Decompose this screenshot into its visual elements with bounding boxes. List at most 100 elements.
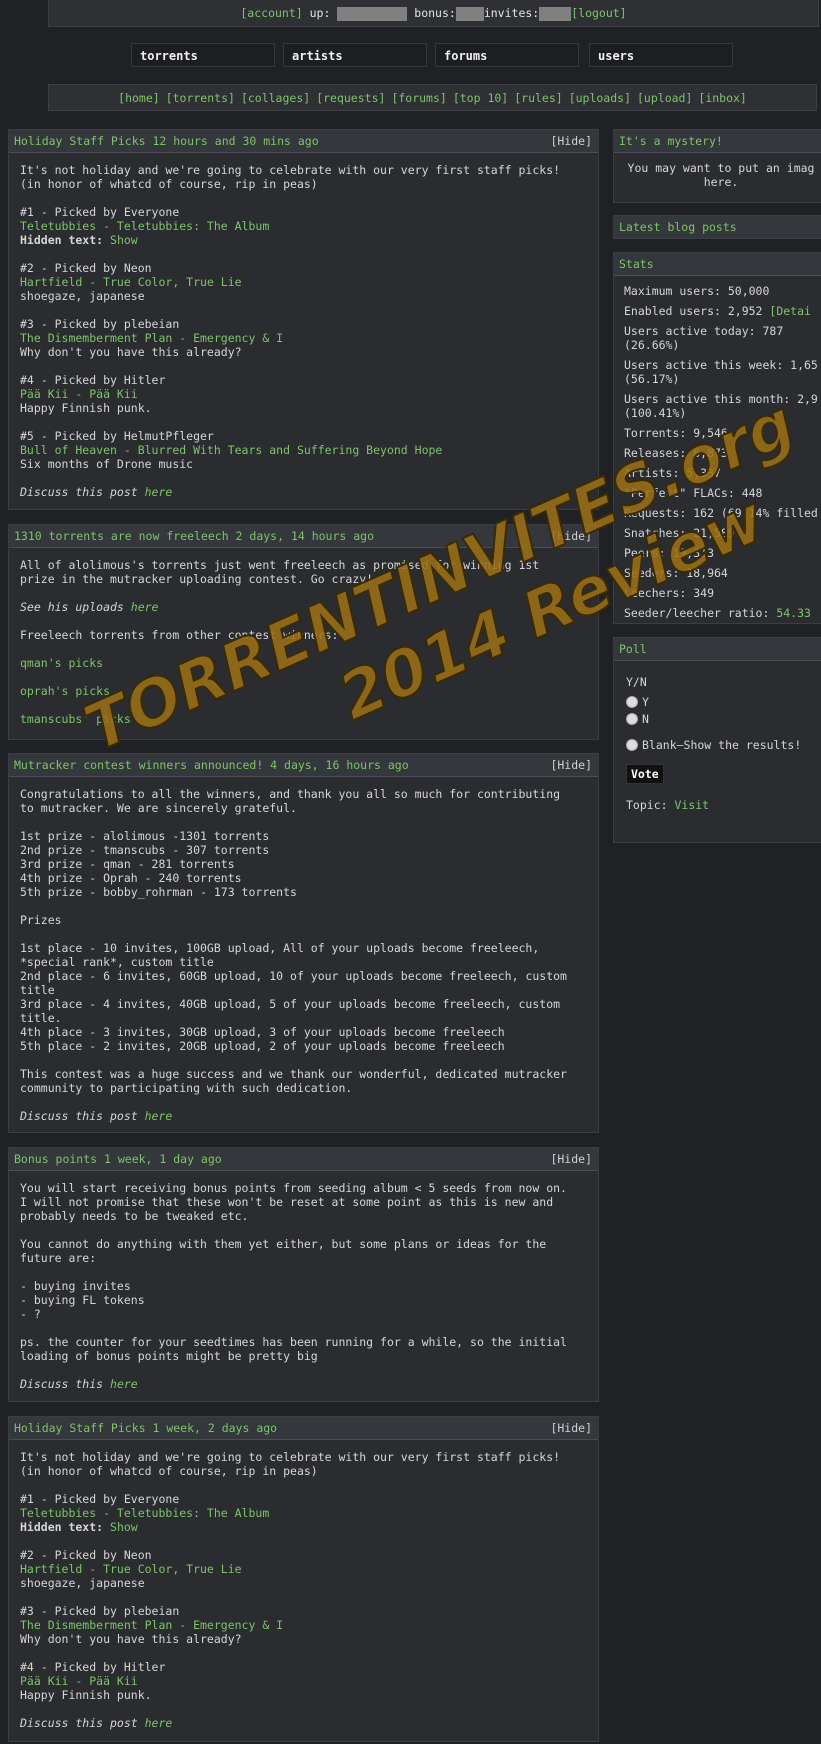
redacted-invites: [539, 6, 572, 21]
release-link[interactable]: Teletubbies - Teletubbies: The Album: [20, 1506, 269, 1520]
post-line: prize in the mutracker uploading contest…: [20, 572, 587, 586]
news-post-body: You will start receiving bonus points fr…: [9, 1171, 598, 1401]
subnav-forums[interactable]: [forums]: [391, 91, 446, 105]
hide-button[interactable]: [Hide]: [550, 754, 592, 776]
post-line: tmanscubs' picks: [20, 712, 587, 726]
nav-forums[interactable]: forums: [435, 43, 579, 67]
logout-link[interactable]: [logout]: [571, 6, 626, 20]
hide-button[interactable]: [Hide]: [550, 1148, 592, 1170]
nav-users[interactable]: users: [589, 43, 733, 67]
post-line: 5th prize - bobby_rohrman - 173 torrents: [20, 885, 587, 899]
subnav-collages[interactable]: [collages]: [241, 91, 310, 105]
post-text: 1st prize - alolimous -1301 torrents: [20, 829, 270, 843]
poll-option-blank[interactable]: Blank—Show the results!: [626, 738, 816, 752]
news-post-header: Holiday Staff Picks 12 hours and 30 mins…: [9, 130, 598, 153]
subnav-inbox[interactable]: [inbox]: [698, 91, 746, 105]
stat-text: Releases: 6,873: [624, 446, 728, 460]
post-line: 3rd prize - qman - 281 torrents: [20, 857, 587, 871]
post-text: #3 - Picked by plebeian: [20, 317, 180, 331]
post-line: Pää Kii - Pää Kii: [20, 1674, 587, 1688]
hide-button[interactable]: [Hide]: [550, 130, 592, 152]
post-link[interactable]: here: [145, 1716, 173, 1730]
release-link[interactable]: qman's picks: [20, 656, 103, 670]
release-link[interactable]: oprah's picks: [20, 684, 110, 698]
poll-option-n[interactable]: N: [626, 712, 816, 726]
radio-button[interactable]: [626, 739, 638, 751]
stats-header: Stats: [614, 253, 821, 276]
mystery-body: You may want to put an imag here.: [614, 153, 821, 197]
mystery-header: It's a mystery!: [614, 130, 821, 153]
topic-visit-link[interactable]: Visit: [674, 798, 709, 812]
post-text: - ?: [20, 1307, 41, 1321]
subnav-requests[interactable]: [requests]: [316, 91, 385, 105]
post-line: 4th prize - Oprah - 240 torrents: [20, 871, 587, 885]
radio-button[interactable]: [626, 713, 638, 725]
stat-item: Users active today: 787 (26.66%): [624, 324, 818, 352]
post-link[interactable]: here: [131, 600, 159, 614]
post-link[interactable]: here: [110, 1377, 138, 1391]
subnav-upload[interactable]: [upload]: [637, 91, 692, 105]
post-link[interactable]: here: [145, 485, 173, 499]
news-post-body: It's not holiday and we're going to cele…: [9, 1440, 598, 1740]
post-text: #5 - Picked by HelmutPfleger: [20, 429, 214, 443]
redacted-bonus: [455, 6, 484, 21]
subnav-rules[interactable]: [rules]: [514, 91, 562, 105]
release-link[interactable]: The Dismemberment Plan - Emergency & I: [20, 331, 283, 345]
post-text: It's not holiday and we're going to cele…: [20, 1450, 561, 1464]
mystery-title: It's a mystery!: [619, 134, 723, 148]
post-line: Pää Kii - Pää Kii: [20, 387, 587, 401]
subnav-home[interactable]: [home]: [118, 91, 160, 105]
stat-text: Enabled users: 2,952: [624, 304, 770, 318]
stat-text: Peers: 19,313: [624, 546, 715, 560]
release-link[interactable]: Bull of Heaven - Blurred With Tears and …: [20, 443, 442, 457]
release-link[interactable]: The Dismemberment Plan - Emergency & I: [20, 1618, 283, 1632]
bonus-label: bonus:: [414, 6, 456, 20]
radio-button[interactable]: [626, 696, 638, 708]
release-link[interactable]: Hartfield - True Color, True Lie: [20, 275, 242, 289]
sub-nav: [home] [torrents] [collages] [requests] [for…: [48, 84, 817, 111]
release-link[interactable]: Pää Kii - Pää Kii: [20, 1674, 138, 1688]
subnav-top10[interactable]: [top 10]: [453, 91, 508, 105]
mystery-text: You may want to put an imag: [627, 161, 815, 175]
vote-button[interactable]: Vote: [626, 764, 664, 784]
post-line: Prizes: [20, 913, 587, 927]
post-line: Congratulations to all the winners, and …: [20, 787, 587, 801]
nav-artists[interactable]: artists: [283, 43, 427, 67]
hide-button[interactable]: [Hide]: [550, 1417, 592, 1439]
stat-text: Seeders: 18,964: [624, 566, 728, 580]
release-link[interactable]: Pää Kii - Pää Kii: [20, 387, 138, 401]
release-link[interactable]: Teletubbies - Teletubbies: The Album: [20, 219, 269, 233]
stat-item: Enabled users: 2,952 [Detai: [624, 304, 818, 318]
post-line: qman's picks: [20, 656, 587, 670]
stat-item: Artists: 5,337: [624, 466, 818, 480]
post-text: Discuss this: [20, 1377, 111, 1391]
post-link[interactable]: Show: [103, 233, 138, 247]
post-link[interactable]: Show: [103, 1520, 138, 1534]
post-text: prize in the mutracker uploading contest…: [20, 572, 374, 586]
release-link[interactable]: Hartfield - True Color, True Lie: [20, 1562, 242, 1576]
subnav-torrents[interactable]: [torrents]: [166, 91, 235, 105]
stat-text: Leechers: 349: [624, 586, 715, 600]
poll-option-y[interactable]: Y: [626, 695, 816, 709]
post-text: Happy Finnish punk.: [20, 401, 152, 415]
nav-torrents[interactable]: torrents: [131, 43, 275, 67]
hide-button[interactable]: [Hide]: [550, 525, 592, 547]
post-text: Hidden text:: [20, 1520, 104, 1534]
account-link[interactable]: [account]: [240, 6, 302, 20]
subnav-uploads[interactable]: [uploads]: [569, 91, 631, 105]
post-text: 3rd place - 4 invites, 40GB upload, 5 of…: [20, 997, 561, 1011]
stat-extra[interactable]: [Detai: [769, 304, 811, 318]
news-post-header: Holiday Staff Picks 1 week, 2 days ago [H…: [9, 1417, 598, 1440]
post-line: *special rank*, custom title: [20, 955, 587, 969]
release-link[interactable]: tmanscubs' picks: [20, 712, 131, 726]
post-link[interactable]: here: [145, 1109, 173, 1123]
post-text: Freeleech torrents from other contest wi…: [20, 628, 339, 642]
post-line: title.: [20, 1011, 587, 1025]
